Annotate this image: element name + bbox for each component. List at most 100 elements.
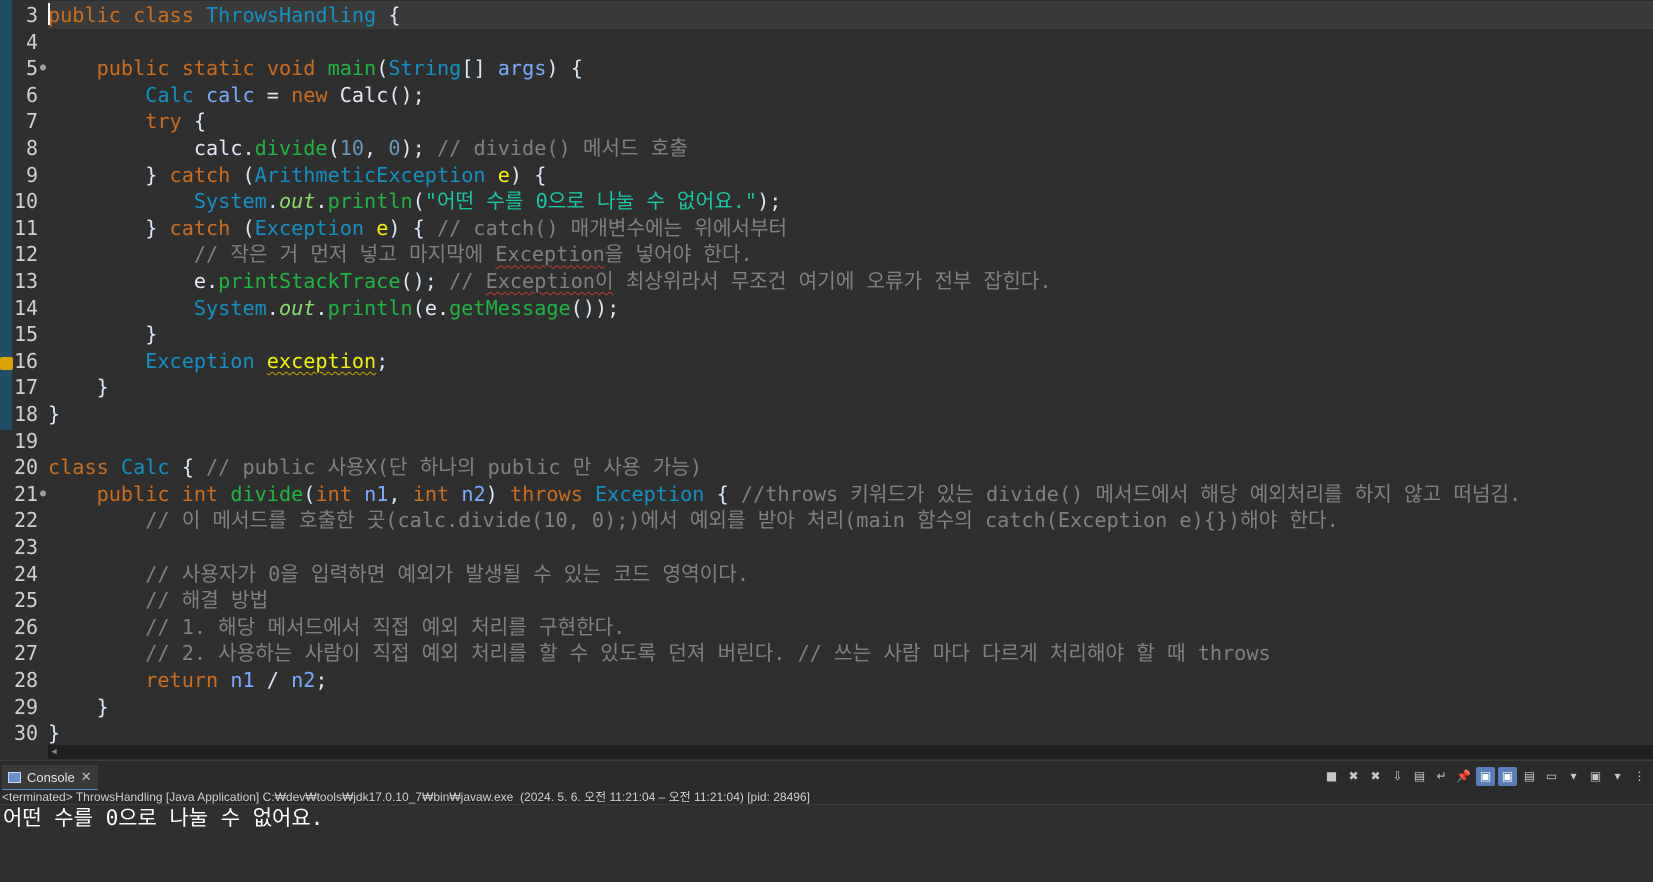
line-number: 17	[14, 375, 39, 400]
code-token: Calc	[339, 82, 389, 107]
code-line[interactable]: } catch (ArithmeticException e) {	[48, 161, 546, 189]
code-token: =	[254, 82, 292, 107]
code-token: .	[315, 295, 328, 320]
code-token: divide	[254, 136, 328, 160]
show-stdout-icon[interactable]: ▣	[1476, 767, 1495, 786]
new-console-icon[interactable]: ▣	[1586, 767, 1605, 786]
code-line[interactable]: // 해결 방법	[48, 586, 268, 614]
remove-launch-icon[interactable]: ✖	[1344, 767, 1363, 786]
warning-marker-icon[interactable]	[0, 357, 13, 370]
terminate-icon[interactable]: ■	[1322, 767, 1341, 786]
code-line[interactable]: // 이 메서드를 호출한 곳(calc.divide(10, 0);)에서 예…	[48, 506, 1339, 534]
code-token: //	[449, 269, 486, 293]
scroll-lock-icon[interactable]: ⇩	[1388, 767, 1407, 786]
display-selected-console-icon[interactable]: ▭	[1542, 767, 1561, 786]
new-console-dropdown-icon[interactable]: ▾	[1608, 767, 1627, 786]
code-line[interactable]: e.printStackTrace(); // Exception이 최상위라서…	[48, 267, 1052, 295]
line-number: 6	[25, 82, 38, 107]
code-line[interactable]: }	[48, 719, 60, 747]
line-number: 30	[14, 721, 39, 746]
code-line[interactable]: calc.divide(10, 0); // divide() 메서드 호출	[48, 134, 688, 162]
code-line[interactable]: System.out.println(e.getMessage());	[48, 294, 619, 322]
code-token: ;	[376, 348, 389, 373]
line-number: 25	[14, 588, 39, 613]
code-token: // public 사용X(단 하나의 public 만 사용 가능)	[206, 455, 703, 480]
console-view-header: Console ✕ ■ ✖ ✖ ⇩ ▤ ↵ 📌 ▣ ▣ ▤ ▭ ▾ ▣ ▾ ⋮	[0, 760, 1653, 791]
remove-all-terminated-icon[interactable]: ✖	[1366, 767, 1385, 786]
code-token: ArithmeticException	[254, 162, 486, 187]
show-console-icon[interactable]: ▤	[1410, 767, 1429, 786]
code-line[interactable]: // 사용자가 0을 입력하면 예외가 발생될 수 있는 코드 영역이다.	[48, 560, 749, 588]
code-token: // catch() 매개변수에는 위에서부터	[436, 215, 788, 240]
code-line[interactable]: }	[48, 400, 60, 428]
open-console-icon[interactable]: ▤	[1520, 767, 1539, 786]
code-line[interactable]: }	[48, 320, 157, 348]
code-line[interactable]: }	[48, 693, 109, 721]
fold-toggle-icon[interactable]: ●	[38, 480, 48, 508]
code-line[interactable]: class Calc { // public 사용X(단 하나의 public …	[48, 453, 702, 481]
code-token: {	[169, 455, 207, 480]
code-token: (	[327, 136, 340, 160]
code-token: ,	[364, 136, 389, 160]
close-icon[interactable]: ✕	[81, 769, 92, 785]
code-token: }	[48, 162, 170, 187]
code-area[interactable]: public class ThrowsHandling { public sta…	[48, 0, 1653, 785]
code-line[interactable]: // 1. 해당 메서드에서 직접 예외 처리를 구현한다.	[48, 613, 625, 641]
code-line[interactable]: } catch (Exception e) { // catch() 매개변수에…	[48, 214, 787, 242]
code-token: out	[278, 189, 316, 214]
console-dropdown-icon[interactable]: ▾	[1564, 767, 1583, 786]
tab-console[interactable]: Console ✕	[2, 765, 98, 791]
code-line[interactable]: public int divide(int n1, int n2) throws…	[48, 480, 1522, 508]
code-line[interactable]: Calc calc = new Calc();	[48, 81, 425, 109]
code-line[interactable]: return n1 / n2;	[48, 666, 327, 694]
code-token: Exception	[495, 242, 605, 267]
code-token: )	[485, 481, 510, 506]
code-token: 10	[339, 136, 365, 160]
line-number: 13	[14, 269, 39, 293]
horizontal-scrollbar[interactable]: ◀	[48, 745, 1653, 759]
code-line[interactable]: // 2. 사용하는 사람이 직접 예외 처리를 할 수 있도록 던져 버린다.…	[48, 639, 1270, 667]
code-line[interactable]: }	[48, 373, 109, 401]
code-token: main	[327, 56, 377, 81]
console-output[interactable]: 어떤 수를 0으로 나눌 수 없어요.	[0, 805, 1653, 882]
pin-console-icon[interactable]: 📌	[1454, 767, 1473, 786]
word-wrap-icon[interactable]: ↵	[1432, 767, 1451, 786]
code-token: Exception	[145, 348, 255, 373]
line-number: 22	[14, 508, 39, 533]
view-menu-icon[interactable]: ⋮	[1630, 767, 1649, 786]
line-number: 4	[25, 29, 38, 54]
code-token: }	[48, 322, 158, 347]
code-token: ());	[570, 295, 620, 320]
code-line[interactable]: public class ThrowsHandling {	[48, 1, 1653, 29]
show-stderr-icon[interactable]: ▣	[1498, 767, 1517, 786]
code-line[interactable]: public static void main(String[] args) {	[48, 54, 583, 82]
code-token: ) {	[509, 162, 547, 187]
code-token: /	[254, 668, 292, 692]
code-editor[interactable]: 3 4 5 ● 6 7 8 9 10 11 12 13 14 15 16 17 18 19 20 21 ● 22 23 24 2…	[0, 0, 1653, 785]
overview-ruler	[0, 0, 14, 785]
code-line[interactable]: try {	[48, 107, 206, 135]
code-line[interactable]: Exception exception;	[48, 347, 388, 375]
code-line[interactable]: System.out.println("어떤 수를 0으로 나눌 수 없어요."…	[48, 187, 782, 215]
code-token: return	[145, 668, 219, 692]
code-token: []	[461, 56, 498, 81]
code-line[interactable]: // 작은 거 먼저 넣고 마지막에 Exception을 넣어야 한다.	[48, 240, 753, 268]
scroll-left-icon[interactable]: ◀	[48, 745, 60, 759]
code-token: //throws 키워드가 있는 divide() 메서드에서 해당 예외처리를…	[740, 481, 1522, 506]
code-token: args	[497, 56, 547, 81]
code-token: Exception이	[485, 269, 614, 293]
fold-toggle-icon[interactable]: ●	[38, 54, 48, 82]
